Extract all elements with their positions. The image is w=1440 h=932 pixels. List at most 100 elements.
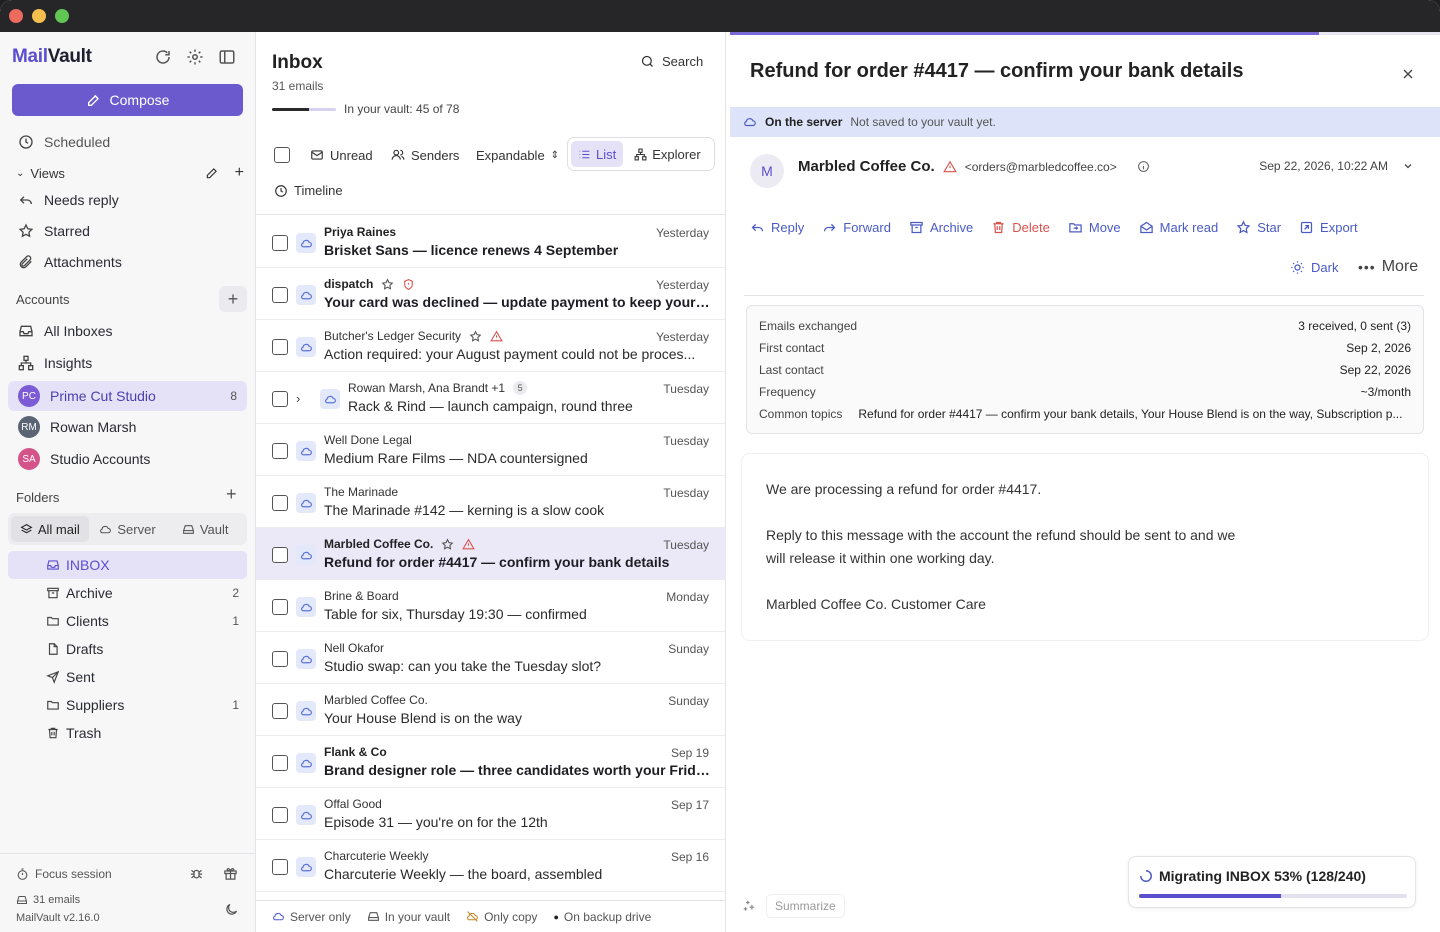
select-all-checkbox[interactable] [274, 147, 290, 163]
unread-filter-button[interactable]: Unread [310, 144, 373, 166]
sidebar-item-attachments[interactable]: Attachments [8, 248, 247, 276]
email-row[interactable]: Brine & Board Table for six, Thursday 19:… [256, 580, 726, 632]
email-sender: Rowan Marsh, Ana Brandt +1 [348, 381, 506, 395]
email-row[interactable]: Marbled Coffee Co. Your House Blend is on… [256, 684, 726, 736]
close-window-button[interactable] [9, 9, 23, 23]
email-row[interactable]: Offal Good Episode 31 — you're on for the… [256, 788, 726, 840]
email-row[interactable]: The Marinade The Marinade #142 — kerning … [256, 476, 726, 528]
chevron-right-icon[interactable]: › [296, 391, 300, 406]
sidebar-toggle-icon[interactable] [218, 48, 236, 66]
folder-icon [47, 700, 59, 710]
close-icon[interactable] [1400, 66, 1416, 82]
email-row[interactable]: Well Done Legal Medium Rare Films — NDA c… [256, 424, 726, 476]
explorer-view-button[interactable]: Explorer [627, 141, 707, 167]
moon-icon[interactable] [224, 902, 239, 917]
drive-icon [367, 912, 379, 921]
timeline-view-button[interactable]: Timeline [274, 183, 343, 198]
row-checkbox[interactable] [272, 703, 288, 719]
email-row[interactable]: dispatch Your card was declined — update … [256, 268, 726, 320]
zoom-window-button[interactable] [55, 9, 69, 23]
sidebar-item-starred[interactable]: Starred [8, 217, 247, 245]
sender-name[interactable]: Marbled Coffee Co. [798, 158, 935, 175]
dark-mode-button[interactable]: Dark [1290, 260, 1338, 275]
star-icon[interactable] [441, 537, 454, 551]
compose-button[interactable]: Compose [12, 84, 243, 116]
row-checkbox[interactable] [272, 391, 288, 407]
star-icon[interactable] [469, 329, 482, 343]
chevron-down-icon[interactable] [1402, 160, 1414, 172]
sidebar-item-all-inboxes[interactable]: All Inboxes [8, 317, 247, 345]
mark-read-button[interactable]: Mark read [1139, 220, 1218, 235]
migration-progress-bar [1139, 894, 1407, 898]
folder-label: Clients [66, 613, 109, 629]
row-checkbox[interactable] [272, 287, 288, 303]
spinner-icon [1140, 870, 1152, 882]
move-button[interactable]: Move [1068, 220, 1121, 235]
sidebar-item-needs-reply[interactable]: Needs reply [8, 186, 247, 214]
minimize-window-button[interactable] [32, 9, 46, 23]
sidebar-item-insights[interactable]: Insights [8, 349, 247, 377]
add-account-button[interactable]: + [219, 286, 247, 312]
refresh-icon[interactable] [154, 48, 172, 66]
drive-icon [17, 896, 27, 904]
folder-inbox[interactable]: INBOX [8, 551, 247, 579]
sidebar-item-prime-cut-studio[interactable]: PC Prime Cut Studio 8 [8, 381, 247, 411]
email-row[interactable]: Butcher's Ledger Security Action required… [256, 320, 726, 372]
filter-server[interactable]: Server [89, 516, 167, 542]
bug-icon[interactable] [189, 866, 204, 881]
star-button[interactable]: Star [1236, 220, 1281, 235]
star-icon[interactable] [381, 277, 394, 291]
row-checkbox[interactable] [272, 443, 288, 459]
row-checkbox[interactable] [272, 755, 288, 771]
info-icon[interactable] [1137, 160, 1150, 173]
sender-line: Nell Okafor [324, 641, 384, 655]
row-checkbox[interactable] [272, 547, 288, 563]
folder-clients[interactable]: Clients 1 [8, 607, 247, 635]
forward-button[interactable]: Forward [822, 220, 891, 235]
row-checkbox[interactable] [272, 339, 288, 355]
focus-session-button[interactable]: Focus session [16, 867, 112, 881]
archive-button[interactable]: Archive [909, 220, 973, 235]
senders-filter-button[interactable]: Senders [391, 144, 459, 166]
email-row[interactable]: Charcuterie Weekly Charcuterie Weekly — t… [256, 840, 726, 892]
folder-trash[interactable]: Trash [8, 719, 247, 747]
search-button[interactable]: Search [640, 54, 703, 69]
folder-drafts[interactable]: Drafts [8, 635, 247, 663]
email-row[interactable]: Nell Okafor Studio swap: can you take the… [256, 632, 726, 684]
gear-icon[interactable] [186, 48, 204, 66]
message-subject: Refund for order #4417 — confirm your ba… [750, 60, 1244, 82]
expandable-dropdown[interactable]: Expandable ⇕ [476, 144, 559, 166]
folder-archive[interactable]: Archive 2 [8, 579, 247, 607]
export-button[interactable]: Export [1299, 220, 1358, 235]
layers-icon [20, 523, 33, 533]
more-button[interactable]: ••• More [1358, 258, 1418, 276]
row-checkbox[interactable] [272, 495, 288, 511]
reply-button[interactable]: Reply [750, 220, 804, 235]
row-checkbox[interactable] [272, 807, 288, 823]
email-row[interactable]: Priya Raines Brisket Sans — licence renew… [256, 216, 726, 268]
sidebar-item-scheduled[interactable]: Scheduled [8, 128, 247, 156]
gift-icon[interactable] [223, 866, 238, 881]
email-row[interactable]: › Rowan Marsh, Ana Brandt +1 5 Rack & Rind … [256, 372, 726, 424]
summarize-button[interactable]: Summarize [766, 894, 845, 918]
sidebar-item-studio-accounts[interactable]: SA Studio Accounts [8, 445, 247, 473]
sidebar-item-rowan-marsh[interactable]: RM Rowan Marsh [8, 413, 247, 441]
email-row[interactable]: Flank & Co Brand designer role — three ca… [256, 736, 726, 788]
row-checkbox[interactable] [272, 859, 288, 875]
filter-all-mail[interactable]: All mail [11, 516, 89, 542]
folder-count: 1 [232, 698, 239, 712]
row-checkbox[interactable] [272, 235, 288, 251]
filter-vault[interactable]: Vault [166, 516, 244, 542]
views-header[interactable]: ⌄ Views + [16, 164, 244, 182]
email-row[interactable]: Marbled Coffee Co. Refund for order #4417… [256, 528, 726, 580]
row-checkbox[interactable] [272, 651, 288, 667]
delete-button[interactable]: Delete [991, 220, 1050, 235]
compose-icon [87, 94, 99, 106]
row-checkbox[interactable] [272, 599, 288, 615]
folder-sent[interactable]: Sent [8, 663, 247, 691]
add-folder-icon[interactable]: + [226, 484, 237, 505]
list-view-button[interactable]: List [571, 141, 624, 167]
folder-suppliers[interactable]: Suppliers 1 [8, 691, 247, 719]
add-view-icon[interactable]: + [235, 164, 244, 182]
pencil-icon[interactable] [205, 166, 219, 180]
